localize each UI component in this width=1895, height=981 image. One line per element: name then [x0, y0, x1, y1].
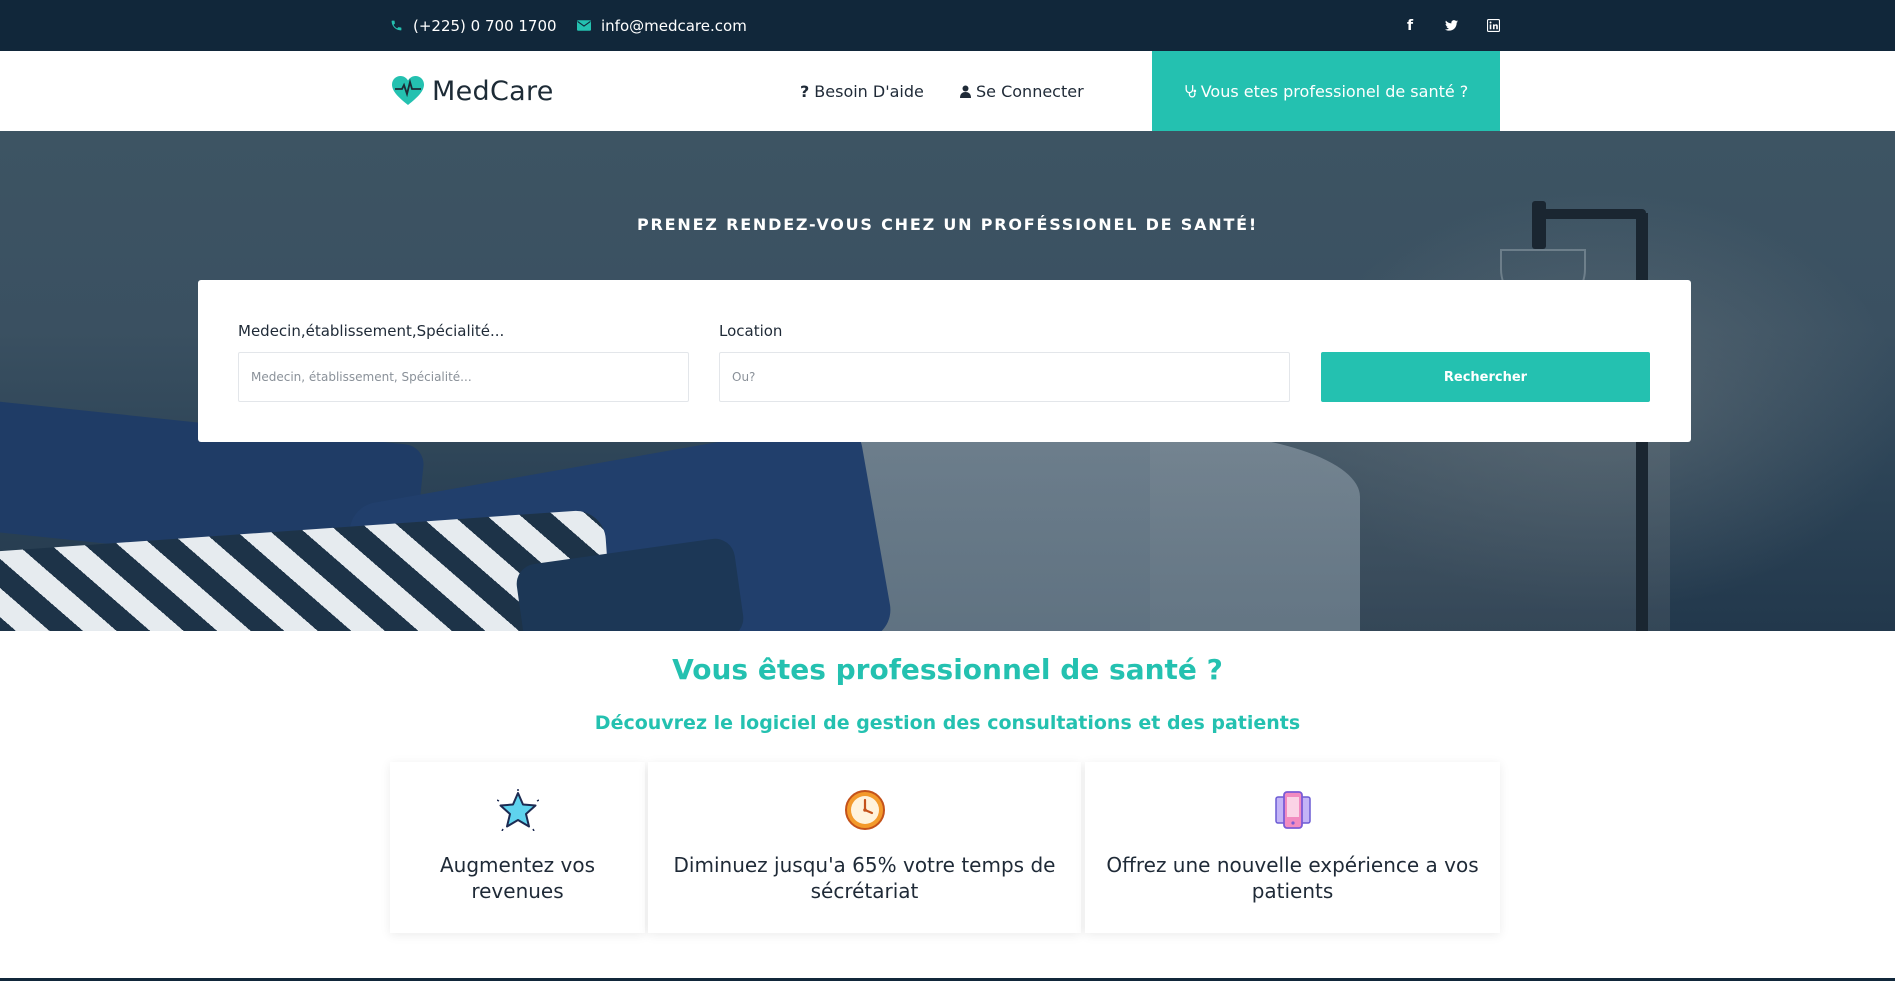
feature-card-text: Augmentez vos revenues	[439, 853, 595, 903]
nav-login-label: Se Connecter	[976, 81, 1084, 101]
feature-card: Offrez une nouvelle expérience a vos pat…	[1085, 762, 1500, 933]
main-header: MedCare ? Besoin D'aide Se Connecter Vou…	[0, 51, 1895, 131]
phone-icon	[391, 20, 402, 31]
twitter-bird-icon	[1444, 20, 1458, 31]
hero-section: PRENEZ RENDEZ-VOUS CHEZ UN PROFÉSSIONEL …	[0, 131, 1895, 631]
nav-login-link[interactable]: Se Connecter	[960, 51, 1084, 131]
brand-logo-link[interactable]: MedCare	[392, 71, 554, 111]
feature-card: Augmentez vos revenues	[390, 762, 645, 933]
pro-section-title: Vous êtes professionnel de santé ?	[672, 653, 1223, 686]
location-input[interactable]	[719, 352, 1290, 402]
search-card: Medecin,établissement,Spécialité... Loca…	[198, 280, 1691, 442]
location-label: Location	[719, 322, 783, 340]
top-bar: (+225) 0 700 1700 info@medcare.com f	[0, 0, 1895, 51]
search-button[interactable]: Rechercher	[1321, 352, 1650, 402]
linkedin-square-icon	[1486, 19, 1500, 32]
pro-section-subtitle: Découvrez le logiciel de gestion des con…	[594, 712, 1301, 734]
envelope-icon	[577, 20, 591, 31]
query-input[interactable]	[238, 352, 689, 402]
clock-icon	[844, 790, 885, 830]
feature-card-text: Offrez une nouvelle expérience a vos pat…	[1106, 853, 1479, 903]
mobile-devices-icon	[1274, 791, 1311, 829]
feature-card-text: Diminuez jusqu'a 65% votre temps de sécr…	[673, 853, 1056, 903]
heart-pulse-icon	[392, 76, 424, 105]
phone-number: (+225) 0 700 1700	[413, 16, 557, 35]
nav-help-link[interactable]: ? Besoin D'aide	[800, 51, 924, 131]
question-icon: ?	[800, 81, 810, 101]
health-professional-button[interactable]: Vous etes professionel de santé ?	[1152, 51, 1500, 131]
nav-help-label: Besoin D'aide	[814, 81, 924, 101]
user-icon	[960, 85, 971, 98]
stethoscope-icon	[1185, 85, 1196, 98]
twitter-icon[interactable]	[1439, 0, 1463, 51]
linkedin-icon[interactable]	[1481, 0, 1505, 51]
facebook-icon[interactable]: f	[1398, 0, 1422, 51]
query-label: Medecin,établissement,Spécialité...	[238, 322, 505, 340]
star-icon	[496, 789, 539, 831]
brand-name: MedCare	[432, 75, 554, 107]
email-address: info@medcare.com	[601, 16, 747, 35]
contact-phone[interactable]: (+225) 0 700 1700	[390, 0, 557, 51]
contact-email[interactable]: info@medcare.com	[577, 0, 747, 51]
health-professional-label: Vous etes professionel de santé ?	[1200, 81, 1469, 101]
feature-card: Diminuez jusqu'a 65% votre temps de sécr…	[648, 762, 1081, 933]
hero-title: PRENEZ RENDEZ-VOUS CHEZ UN PROFÉSSIONEL …	[637, 215, 1258, 234]
